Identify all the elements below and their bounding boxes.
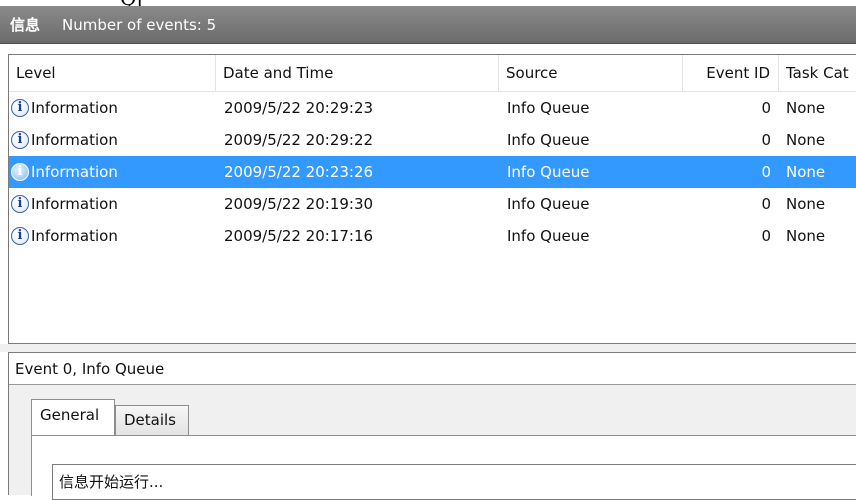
event-source: Info Queue [507, 163, 590, 181]
event-source: Info Queue [507, 227, 590, 245]
event-date-time: 2009/5/22 20:29:22 [224, 131, 374, 149]
event-id: 0 [761, 227, 771, 245]
column-header-level[interactable]: Level [9, 55, 216, 91]
event-list-header: Level Date and Time Source Event ID Task… [9, 55, 856, 92]
event-detail-title: Event 0, Info Queue [9, 353, 856, 385]
event-id: 0 [761, 99, 771, 117]
log-name: 信息 [10, 16, 41, 34]
event-level: Information [31, 195, 118, 213]
column-header-event-id[interactable]: Event ID [683, 55, 779, 91]
information-icon: i [11, 99, 29, 117]
event-date-time: 2009/5/22 20:23:26 [224, 163, 374, 181]
tab-general[interactable]: General [31, 399, 115, 435]
general-tab-panel: 信息开始运行... [31, 435, 856, 500]
information-icon: i [11, 163, 29, 181]
event-row[interactable]: i Information 2009/5/22 20:29:22 Info Que… [9, 124, 856, 156]
event-task-category: None [786, 163, 826, 181]
event-date-time: 2009/5/22 20:17:16 [224, 227, 374, 245]
tab-details[interactable]: Details [115, 405, 189, 435]
event-row[interactable]: i Information 2009/5/22 20:19:30 Info Que… [9, 188, 856, 220]
event-count: Number of events: 5 [62, 15, 217, 34]
information-icon: i [11, 195, 29, 213]
column-header-date-time[interactable]: Date and Time [216, 55, 499, 91]
log-header-bar: 信息 Number of events: 5 [0, 6, 856, 44]
event-row[interactable]: i Information 2009/5/22 20:23:26 Info Que… [9, 156, 856, 188]
event-task-category: None [786, 99, 826, 117]
event-id: 0 [761, 195, 771, 213]
event-task-category: None [786, 227, 826, 245]
event-level: Information [31, 99, 118, 117]
event-list[interactable]: Level Date and Time Source Event ID Task… [8, 54, 856, 344]
pane-splitter[interactable] [0, 344, 856, 352]
column-header-task-category[interactable]: Task Cat [779, 55, 856, 91]
event-source: Info Queue [507, 195, 590, 213]
event-task-category: None [786, 195, 826, 213]
event-task-category: None [786, 131, 826, 149]
event-source: Info Queue [507, 131, 590, 149]
event-row[interactable]: i Information 2009/5/22 20:29:23 Info Que… [9, 92, 856, 124]
event-id: 0 [761, 163, 771, 181]
event-row[interactable]: i Information 2009/5/22 20:17:16 Info Que… [9, 220, 856, 252]
event-source: Info Queue [507, 99, 590, 117]
event-level: Information [31, 227, 118, 245]
event-detail-pane: Event 0, Info Queue General Details 信息开始… [8, 352, 856, 500]
information-icon: i [11, 227, 29, 245]
column-header-source[interactable]: Source [499, 55, 683, 91]
information-icon: i [11, 131, 29, 149]
event-id: 0 [761, 131, 771, 149]
event-level: Information [31, 131, 118, 149]
event-date-time: 2009/5/22 20:29:23 [224, 99, 374, 117]
event-level: Information [31, 163, 118, 181]
event-date-time: 2009/5/22 20:19:30 [224, 195, 374, 213]
